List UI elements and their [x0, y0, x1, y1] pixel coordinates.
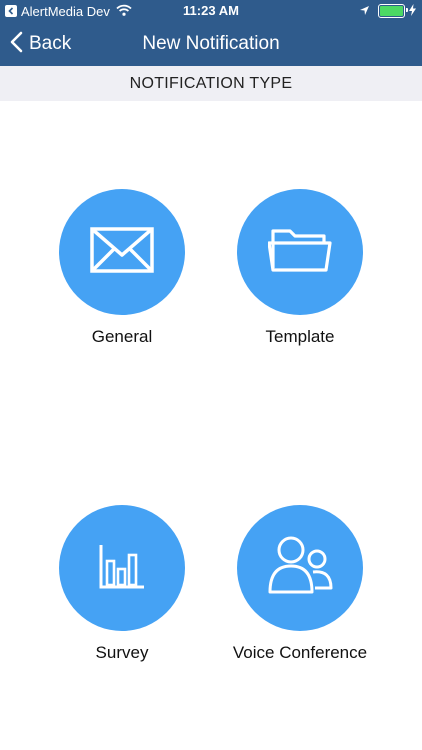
location-arrow-icon	[359, 4, 370, 19]
section-header-notification-type: NOTIFICATION TYPE	[0, 66, 422, 101]
voice-conference-button[interactable]	[237, 505, 363, 631]
people-icon	[267, 535, 333, 602]
status-right	[359, 3, 416, 19]
battery-icon	[378, 4, 408, 18]
survey-label[interactable]: Survey	[22, 643, 222, 663]
folder-icon	[267, 227, 332, 278]
template-option[interactable]: Template	[200, 189, 400, 359]
voice-conference-label[interactable]: Voice Conference	[200, 643, 400, 663]
page-title: New Notification	[142, 33, 280, 54]
general-label[interactable]: General	[22, 327, 222, 347]
template-button[interactable]	[237, 189, 363, 315]
battery-fill	[380, 6, 403, 16]
survey-option[interactable]: Survey	[22, 505, 222, 675]
status-bar: AlertMedia Dev 11:23 AM	[0, 0, 422, 22]
envelope-icon	[90, 226, 154, 278]
voice-conference-option[interactable]: Voice Conference	[200, 505, 400, 675]
app-header: AlertMedia Dev 11:23 AM Back New Notific…	[0, 0, 422, 66]
survey-button[interactable]	[59, 505, 185, 631]
nav-bar: Back New Notification	[0, 22, 422, 66]
charging-bolt-icon	[409, 3, 416, 19]
general-option[interactable]: General	[22, 189, 222, 359]
battery-cap	[406, 8, 408, 12]
template-label[interactable]: Template	[200, 327, 400, 347]
bar-chart-icon	[98, 542, 146, 595]
general-button[interactable]	[59, 189, 185, 315]
